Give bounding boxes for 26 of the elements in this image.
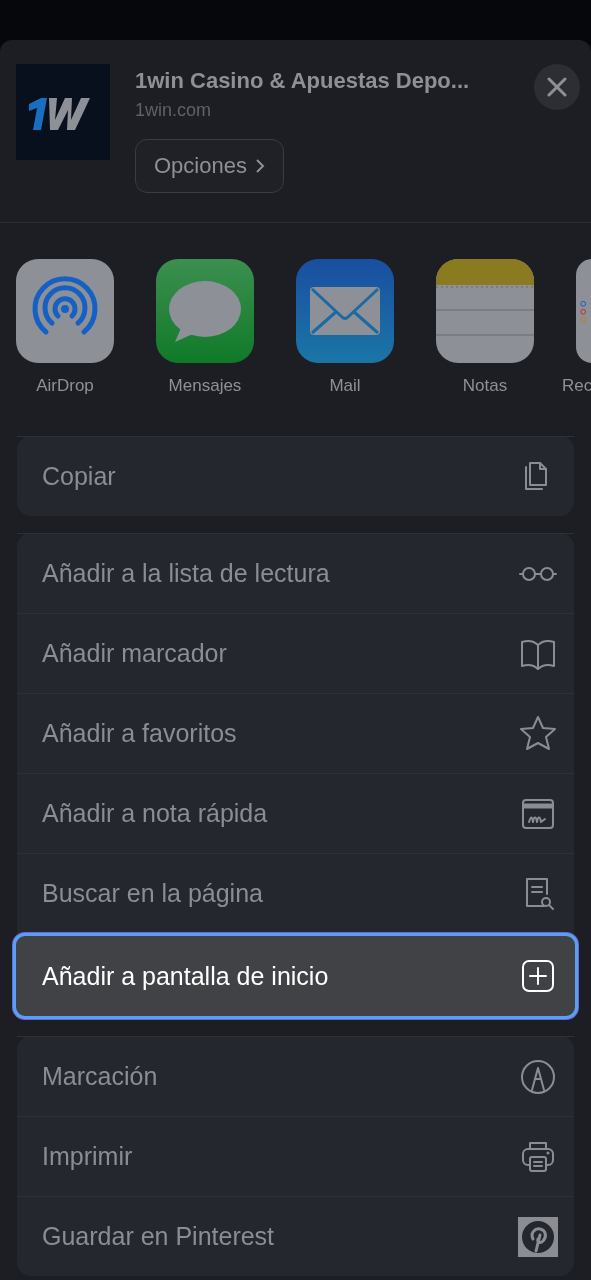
share-app[interactable]: Mail [296,259,394,436]
menu-item[interactable]: Añadir a la lista de lectura [17,533,574,613]
share-app[interactable]: Rec [562,259,591,436]
message-bubble-icon [156,259,254,363]
envelope-icon [296,259,394,363]
menu-item[interactable]: Marcación [17,1036,574,1116]
menu-item[interactable]: Añadir marcador [17,613,574,693]
share-app[interactable]: Mensajes [156,259,254,436]
menu-item[interactable]: Imprimir [17,1116,574,1196]
page-url: 1win.com [135,100,213,121]
reminders-icon [576,259,591,363]
menu-item[interactable]: Guardar en Pinterest [17,1196,574,1276]
options-button[interactable]: Opciones [135,139,284,193]
page-title: 1win Casino & Apuestas Depo... [135,68,471,94]
menu-item[interactable]: Añadir a nota rápida [17,773,574,853]
menu-item[interactable]: Copiar [17,436,574,516]
close-button[interactable] [534,64,580,110]
menu-item[interactable]: Añadir a favoritos [17,693,574,773]
airdrop-icon [16,259,114,363]
chevron-right-icon [254,158,265,174]
menu-item[interactable]: Añadir a pantalla de inicio [13,933,578,1019]
close-icon [547,77,567,97]
share-app[interactable]: AirDrop [16,259,114,436]
notepad-icon [436,259,534,363]
share-app[interactable]: Notas [436,259,534,436]
pin-logo-icon [518,1216,558,1257]
